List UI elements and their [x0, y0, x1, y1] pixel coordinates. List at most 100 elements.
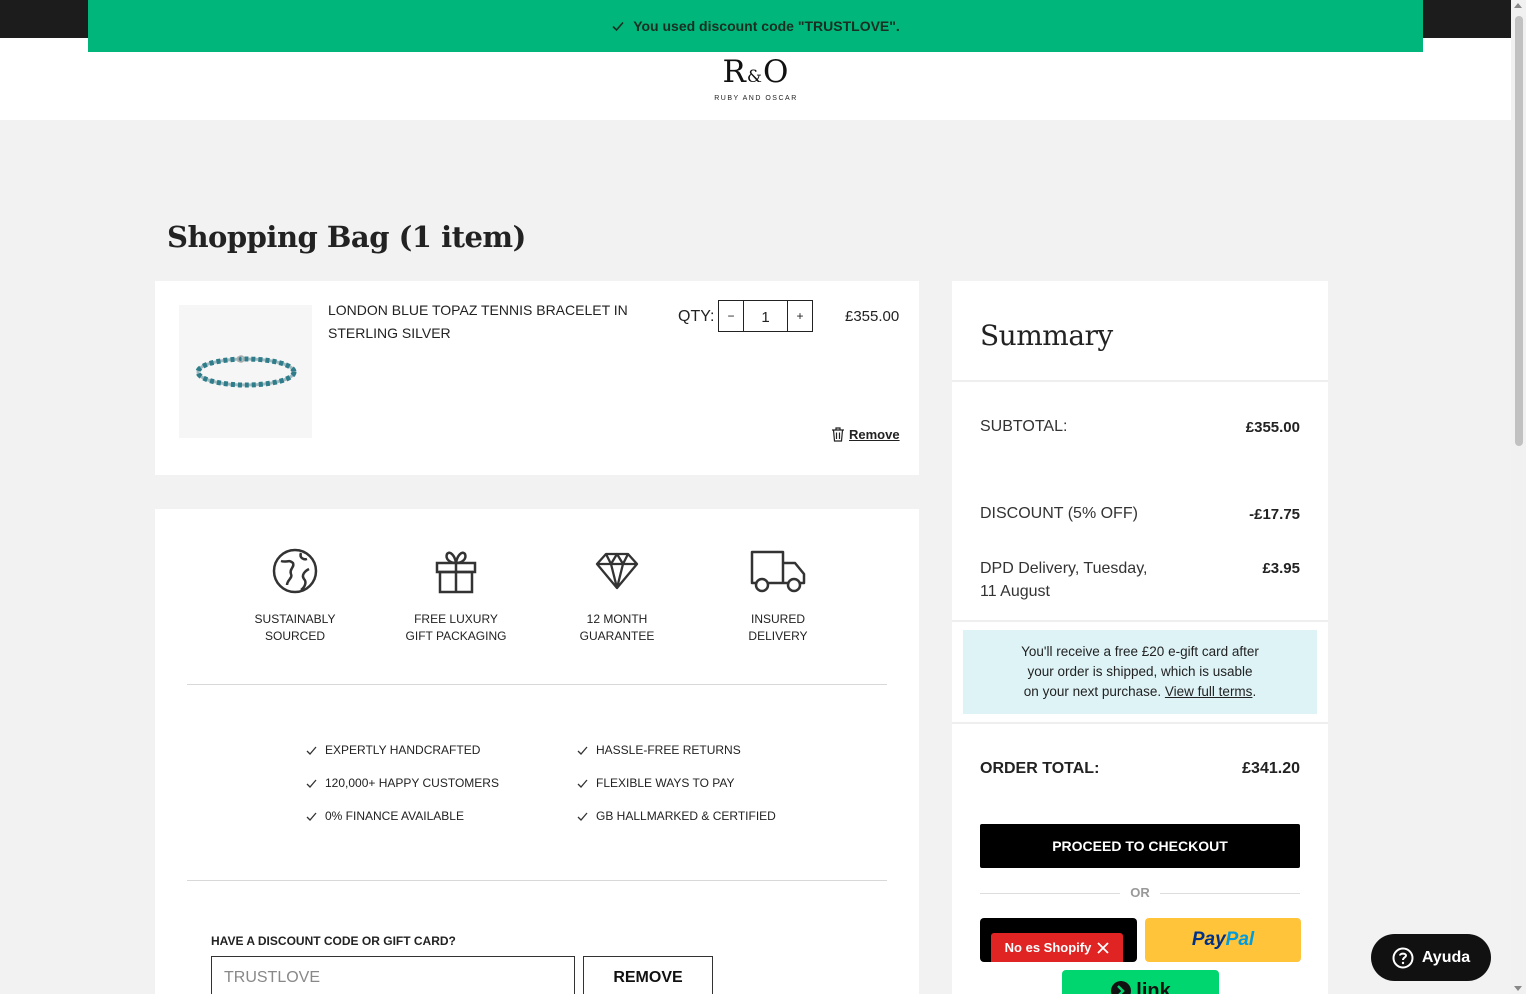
view-full-terms-link[interactable]: View full terms	[1165, 684, 1253, 699]
not-shopify-label: No es Shopify	[1004, 940, 1092, 955]
logo-ampersand: &	[746, 67, 764, 87]
benefit-gift-packaging: FREE LUXURY GIFT PACKAGING	[391, 547, 521, 645]
gift-card-info: You'll receive a free £20 e-gift card af…	[963, 630, 1317, 714]
summary-title: Summary	[980, 319, 1113, 352]
qty-label: QTY:	[678, 308, 715, 325]
benefit-label: INSURED DELIVERY	[748, 612, 808, 643]
check-icon	[306, 746, 317, 755]
not-shopify-badge[interactable]: No es Shopify	[991, 933, 1123, 962]
scroll-down-arrow-icon[interactable]	[1514, 986, 1522, 991]
check-text: FLEXIBLE WAYS TO PAY	[596, 776, 735, 790]
gpay-button[interactable]: No es Shopify	[980, 918, 1137, 962]
truck-icon	[750, 550, 806, 593]
discount-value: -£17.75	[1249, 506, 1300, 523]
delivery-label-line-2: 11 August	[980, 583, 1050, 600]
discount-notice-text: You used discount code "TRUSTLOVE".	[633, 18, 900, 34]
paypal-button[interactable]: Pay Pal	[1145, 918, 1301, 962]
check-item: HASSLE-FREE RETURNS	[577, 743, 741, 757]
benefit-guarantee: 12 MONTH GUARANTEE	[552, 547, 682, 645]
check-icon	[577, 779, 588, 788]
paypal-wordmark-pal: Pal	[1225, 929, 1255, 950]
item-price: £355.00	[845, 308, 900, 325]
help-button[interactable]: Ayuda	[1371, 934, 1491, 981]
link-label: link	[1136, 980, 1171, 994]
benefit-insured-delivery: INSURED DELIVERY	[713, 547, 843, 645]
remove-item-button[interactable]: Remove	[831, 427, 900, 442]
check-text: 0% FINANCE AVAILABLE	[325, 809, 464, 823]
benefits-card: SUSTAINABLY SOURCED FREE LUXURY GIFT PAC…	[155, 509, 919, 994]
check-text: GB HALLMARKED & CERTIFIED	[596, 809, 776, 823]
logo-letter-r: R	[722, 54, 747, 90]
check-item: FLEXIBLE WAYS TO PAY	[577, 776, 735, 790]
gift-info-line: You'll receive a free £20 e-gift card af…	[1021, 644, 1259, 659]
diamond-icon	[595, 552, 639, 590]
product-name[interactable]: LONDON BLUE TOPAZ TENNIS BRACELET IN STE…	[328, 299, 628, 345]
delivery-label-line-1: DPD Delivery, Tuesday,	[980, 560, 1148, 577]
check-icon	[612, 21, 624, 32]
remove-label: Remove	[849, 427, 900, 442]
scroll-thumb[interactable]	[1515, 16, 1523, 446]
gift-info-line: on your next purchase. View full terms.	[963, 682, 1317, 702]
divider	[952, 380, 1328, 382]
discount-code-input[interactable]: TRUSTLOVE	[211, 956, 575, 994]
check-item: EXPERTLY HANDCRAFTED	[306, 743, 480, 757]
discount-label: DISCOUNT (5% OFF)	[980, 505, 1138, 522]
subtotal-row: SUBTOTAL: £355.00	[980, 418, 1300, 436]
order-total-value: £341.20	[1242, 760, 1300, 777]
gift-info-line: your order is shipped, which is usable	[1027, 664, 1253, 679]
close-icon[interactable]	[1097, 941, 1109, 954]
subtotal-label: SUBTOTAL:	[980, 418, 1068, 435]
order-total-label: ORDER TOTAL:	[980, 760, 1100, 777]
benefit-sustainably-sourced: SUSTAINABLY SOURCED	[230, 547, 360, 645]
qty-increase-button[interactable]: +	[788, 301, 812, 331]
divider	[187, 880, 887, 881]
discount-notice: You used discount code "TRUSTLOVE".	[88, 0, 1423, 52]
globe-icon	[272, 548, 318, 594]
link-arrow-icon	[1111, 981, 1132, 994]
paypal-wordmark-pay: Pay	[1191, 929, 1226, 950]
or-text: OR	[1130, 885, 1150, 900]
check-item: 0% FINANCE AVAILABLE	[306, 809, 464, 823]
check-icon	[306, 779, 317, 788]
page-scrollbar[interactable]	[1511, 0, 1526, 994]
discount-row: DISCOUNT (5% OFF) -£17.75	[980, 505, 1300, 523]
page-title: Shopping Bag (1 item)	[167, 220, 526, 254]
check-item: 120,000+ HAPPY CUSTOMERS	[306, 776, 499, 790]
divider	[952, 620, 1328, 622]
product-image[interactable]	[179, 305, 312, 438]
remove-discount-button[interactable]: REMOVE	[583, 956, 713, 994]
gift-info-end: .	[1252, 684, 1257, 699]
check-text: 120,000+ HAPPY CUSTOMERS	[325, 776, 499, 790]
divider	[187, 684, 887, 685]
trash-icon	[832, 427, 844, 442]
order-summary-card: Summary SUBTOTAL: £355.00 DISCOUNT (5% O…	[952, 281, 1328, 994]
qty-decrease-button[interactable]: −	[719, 301, 743, 331]
or-separator: OR	[980, 885, 1300, 901]
quantity-stepper: − 1 +	[718, 300, 813, 332]
gift-icon	[435, 551, 477, 594]
check-icon	[577, 812, 588, 821]
check-item: GB HALLMARKED & CERTIFIED	[577, 809, 776, 823]
delivery-row: DPD Delivery, Tuesday, 11 August £3.95	[980, 557, 1300, 603]
benefit-label: FREE LUXURY GIFT PACKAGING	[405, 612, 507, 643]
link-pay-button[interactable]: link	[1062, 970, 1219, 994]
site-logo[interactable]: R&O RUBY AND OSCAR	[700, 56, 812, 102]
qty-input[interactable]: 1	[743, 301, 788, 331]
check-icon	[306, 812, 317, 821]
gift-info-text: on your next purchase.	[1023, 684, 1162, 699]
scroll-up-arrow-icon[interactable]	[1514, 3, 1522, 8]
benefit-label: 12 MONTH GUARANTEE	[579, 612, 655, 643]
question-icon	[1392, 947, 1414, 968]
proceed-to-checkout-button[interactable]: PROCEED TO CHECKOUT	[980, 824, 1300, 868]
check-text: HASSLE-FREE RETURNS	[596, 743, 741, 757]
delivery-value: £3.95	[1262, 560, 1300, 577]
cart-item-card: LONDON BLUE TOPAZ TENNIS BRACELET IN STE…	[155, 281, 919, 475]
bracelet-image	[195, 354, 296, 387]
check-text: EXPERTLY HANDCRAFTED	[325, 743, 481, 757]
subtotal-value: £355.00	[1245, 419, 1300, 436]
divider	[952, 722, 1328, 724]
logo-letter-o: O	[763, 54, 790, 90]
help-label: Ayuda	[1421, 948, 1471, 966]
benefit-label: SUSTAINABLY SOURCED	[254, 612, 336, 643]
order-total-row: ORDER TOTAL: £341.20	[980, 760, 1300, 778]
